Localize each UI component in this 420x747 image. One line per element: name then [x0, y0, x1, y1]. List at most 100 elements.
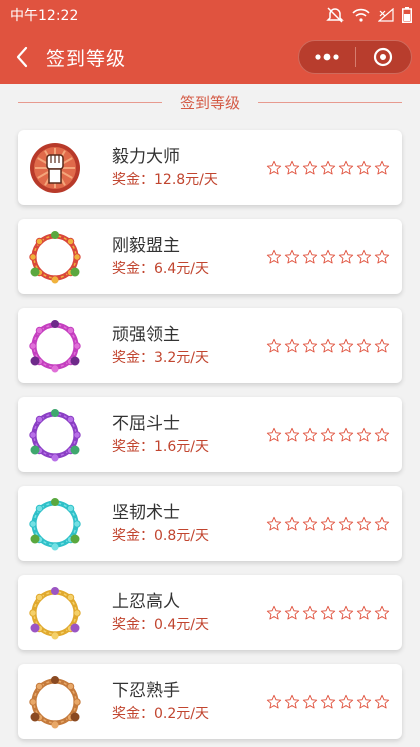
- mini-program-capsule: [298, 40, 412, 74]
- star-outline-icon: [374, 160, 390, 174]
- star-outline-icon: [266, 249, 282, 263]
- star-outline-icon: [356, 338, 372, 352]
- star-outline-icon: [356, 160, 372, 174]
- star-outline-icon: [266, 160, 282, 174]
- purple-ornate-frame-icon: [29, 408, 81, 461]
- level-name: 上忍高人: [112, 591, 180, 612]
- star-outline-icon: [356, 516, 372, 530]
- star-outline-icon: [302, 605, 318, 619]
- level-badge: [28, 319, 82, 373]
- star-outline-icon: [266, 694, 282, 708]
- level-reward: 奖金：0.8元/天: [112, 527, 209, 544]
- level-card[interactable]: 顽强领主奖金：3.2元/天: [18, 308, 402, 383]
- star-outline-icon: [284, 160, 300, 174]
- star-outline-icon: [320, 427, 336, 441]
- star-outline-icon: [356, 694, 372, 708]
- level-reward: 奖金：3.2元/天: [112, 349, 209, 366]
- star-outline-icon: [284, 427, 300, 441]
- level-badge: [28, 675, 82, 729]
- section-header: 签到等级: [0, 84, 420, 120]
- star-outline-icon: [356, 427, 372, 441]
- more-dots-icon: [315, 53, 339, 61]
- back-button[interactable]: [2, 30, 42, 84]
- level-card[interactable]: 坚韧术士奖金：0.8元/天: [18, 486, 402, 561]
- star-outline-icon: [338, 338, 354, 352]
- star-outline-icon: [374, 249, 390, 263]
- level-reward: 奖金：1.6元/天: [112, 438, 209, 455]
- status-bar: 中午12:22: [0, 0, 420, 30]
- star-outline-icon: [374, 605, 390, 619]
- star-outline-icon: [302, 249, 318, 263]
- status-icons: [326, 7, 412, 23]
- star-outline-icon: [320, 160, 336, 174]
- star-outline-icon: [284, 249, 300, 263]
- section-divider-right: [258, 101, 403, 103]
- level-card[interactable]: 刚毅盟主奖金：6.4元/天: [18, 219, 402, 294]
- red-ornate-frame-icon: [29, 230, 81, 283]
- level-reward: 奖金：12.8元/天: [112, 171, 218, 188]
- status-time: 中午12:22: [10, 8, 79, 24]
- level-card[interactable]: 毅力大师奖金：12.8元/天: [18, 130, 402, 205]
- star-outline-icon: [356, 605, 372, 619]
- star-outline-icon: [320, 694, 336, 708]
- mute-icon: [326, 7, 344, 23]
- star-outline-icon: [320, 249, 336, 263]
- level-info: 刚毅盟主奖金：6.4元/天: [112, 234, 242, 280]
- level-card[interactable]: 上忍高人奖金：0.4元/天: [18, 575, 402, 650]
- star-outline-icon: [284, 694, 300, 708]
- star-rating: [266, 338, 390, 354]
- level-badge: [28, 408, 82, 462]
- level-card[interactable]: 下忍熟手奖金：0.2元/天: [18, 664, 402, 739]
- star-rating: [266, 516, 390, 532]
- star-outline-icon: [266, 338, 282, 352]
- level-card[interactable]: 不屈斗士奖金：1.6元/天: [18, 397, 402, 472]
- magenta-ornate-frame-icon: [29, 319, 81, 372]
- signal-icon: [378, 8, 394, 22]
- star-outline-icon: [374, 338, 390, 352]
- star-rating: [266, 605, 390, 621]
- level-badge: [28, 141, 82, 195]
- star-outline-icon: [338, 427, 354, 441]
- star-outline-icon: [284, 338, 300, 352]
- level-name: 坚韧术士: [112, 502, 180, 523]
- level-reward: 奖金：0.2元/天: [112, 705, 209, 722]
- cyan-ornate-frame-icon: [29, 497, 81, 550]
- target-close-icon: [374, 47, 393, 67]
- star-outline-icon: [302, 338, 318, 352]
- level-reward: 奖金：6.4元/天: [112, 260, 209, 277]
- bronze-ornate-frame-icon: [29, 675, 81, 728]
- more-button[interactable]: [299, 41, 355, 73]
- section-title: 签到等级: [180, 93, 241, 112]
- star-outline-icon: [266, 427, 282, 441]
- level-name: 顽强领主: [112, 324, 180, 345]
- star-rating: [266, 694, 390, 710]
- close-capsule-button[interactable]: [356, 41, 412, 73]
- level-info: 上忍高人奖金：0.4元/天: [112, 590, 242, 636]
- star-outline-icon: [338, 694, 354, 708]
- level-name: 不屈斗士: [112, 413, 180, 434]
- star-outline-icon: [338, 516, 354, 530]
- star-outline-icon: [302, 160, 318, 174]
- level-name: 下忍熟手: [112, 680, 180, 701]
- star-outline-icon: [302, 427, 318, 441]
- wifi-icon: [352, 8, 370, 22]
- level-reward: 奖金：0.4元/天: [112, 616, 209, 633]
- level-info: 下忍熟手奖金：0.2元/天: [112, 679, 242, 725]
- level-badge: [28, 230, 82, 284]
- gold-ornate-frame-icon: [29, 586, 81, 639]
- level-name: 刚毅盟主: [112, 235, 180, 256]
- navigation-bar: 签到等级: [0, 30, 420, 84]
- level-info: 坚韧术士奖金：0.8元/天: [112, 501, 242, 547]
- page-title: 签到等级: [46, 47, 127, 70]
- level-badge: [28, 497, 82, 551]
- level-name: 毅力大师: [112, 146, 180, 167]
- fist-badge-icon: [30, 142, 80, 193]
- level-info: 毅力大师奖金：12.8元/天: [112, 145, 242, 191]
- battery-icon: [402, 7, 412, 23]
- star-rating: [266, 160, 390, 176]
- star-outline-icon: [338, 605, 354, 619]
- star-outline-icon: [374, 427, 390, 441]
- star-outline-icon: [338, 160, 354, 174]
- star-outline-icon: [284, 516, 300, 530]
- star-outline-icon: [338, 249, 354, 263]
